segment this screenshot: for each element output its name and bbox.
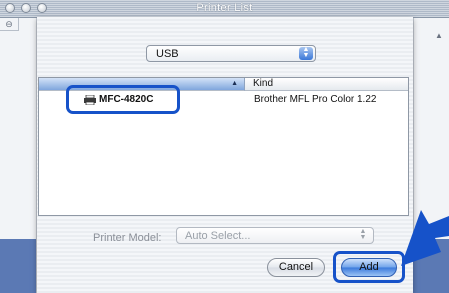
column-header-kind[interactable]: Kind xyxy=(245,78,408,91)
connection-type-popup[interactable]: USB ▲ ▼ xyxy=(146,45,316,62)
connection-type-value: USB xyxy=(156,48,179,60)
window-title: Printer List xyxy=(196,2,253,14)
pointer-arrow-icon xyxy=(401,210,449,266)
printer-model-label: Printer Model: xyxy=(93,232,162,244)
printer-kind: Brother MFL Pro Color 1.22 xyxy=(254,94,377,105)
add-button-highlight-callout xyxy=(333,251,405,283)
sort-ascending-icon: ▲ xyxy=(231,80,238,87)
dock-strip xyxy=(0,239,36,293)
scroll-up-arrow-icon[interactable]: ▲ xyxy=(432,30,446,42)
printer-highlight-callout xyxy=(66,85,180,114)
column-button[interactable]: ⊖ xyxy=(0,18,19,31)
popup-arrows-icon: ▲ ▼ xyxy=(359,228,367,241)
cancel-button[interactable]: Cancel xyxy=(267,258,325,277)
printer-model-value: Auto Select... xyxy=(185,230,251,242)
printer-model-popup[interactable]: Auto Select... ▲ ▼ xyxy=(176,227,374,244)
title-bar: Printer List xyxy=(0,0,449,18)
popup-arrows-icon: ▲ ▼ xyxy=(299,46,313,60)
